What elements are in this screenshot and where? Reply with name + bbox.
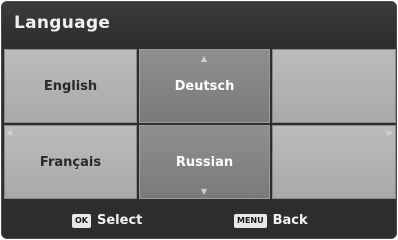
footer-hints: OK Select MENU Back [2, 203, 396, 238]
title-bar: Language [2, 2, 396, 46]
arrow-down-icon: ▼ [201, 187, 208, 196]
language-option-francais[interactable]: Français [4, 125, 137, 199]
arrow-up-icon: ▲ [201, 54, 208, 63]
back-hint[interactable]: MENU Back [234, 213, 308, 228]
language-option-empty-1[interactable] [272, 49, 396, 123]
arrow-right-icon: ▶ [387, 128, 394, 137]
language-menu-screen: Language English Deutsch Français Russia… [1, 1, 397, 239]
language-option-empty-2[interactable] [272, 125, 396, 199]
arrow-left-icon: ◀ [6, 128, 13, 137]
ok-key-icon: OK [72, 213, 91, 228]
select-label: Select [97, 213, 143, 228]
select-hint[interactable]: OK Select [72, 213, 142, 228]
language-option-english[interactable]: English [4, 49, 137, 123]
menu-key-icon: MENU [234, 213, 267, 228]
page-title: Language [14, 13, 111, 33]
back-label: Back [272, 213, 308, 228]
language-grid: English Deutsch Français Russian ▲ ▼ ◀ ▶ [2, 47, 396, 202]
